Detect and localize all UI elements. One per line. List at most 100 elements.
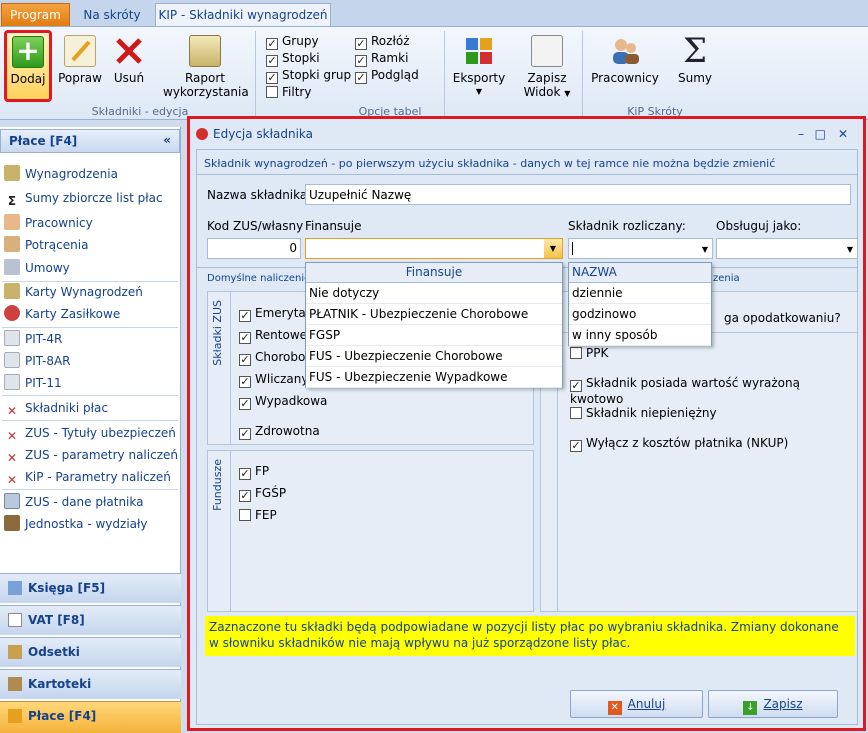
nav-item-zus-parametry[interactable]: ✕ ZUS - parametry naliczeń <box>4 445 178 465</box>
cancel-button[interactable]: ✕ Anuluj <box>570 690 703 718</box>
nav-item-jednostka[interactable]: Jednostka - wydziały <box>4 514 148 534</box>
checkbox-podglad[interactable]: ✓ <box>355 72 367 84</box>
zus-check-rentowe[interactable]: ✓ Rentowe <box>239 328 307 344</box>
add-button[interactable]: + Dodaj <box>4 30 52 102</box>
close-icon[interactable]: ✕ <box>838 127 848 141</box>
option-stopki[interactable]: ✓ Stopki <box>266 51 320 67</box>
maximize-icon[interactable]: □ <box>815 127 826 141</box>
export-button[interactable]: Eksporty ▼ <box>450 35 508 99</box>
checkbox[interactable] <box>570 347 582 359</box>
nav-item-label: PIT-8AR <box>25 354 71 368</box>
nav-item-zus-dane-platnika[interactable]: ZUS - dane płatnika <box>4 492 143 512</box>
sums-button[interactable]: Σ Sumy <box>670 34 720 85</box>
zus-check-chorobowe[interactable]: ✓ Chorobo <box>239 350 305 366</box>
name-input[interactable] <box>305 184 851 205</box>
tab-na-skroty[interactable]: Na skróty <box>72 3 152 27</box>
finances-option[interactable]: FUS - Ubezpieczenie Wypadkowe <box>306 367 562 388</box>
nav-button-ksiega[interactable]: Księga [F5] <box>0 573 181 603</box>
save-view-button[interactable]: Zapisz Widok ▼ <box>518 35 576 101</box>
chevron-down-icon[interactable]: ▼ <box>544 239 562 258</box>
finances-option[interactable]: FGSP <box>306 325 562 346</box>
minimize-icon[interactable]: – <box>798 127 804 141</box>
checkbox-label: FEP <box>255 508 277 522</box>
zus-check-wypadkowa[interactable]: ✓ Wypadkowa <box>239 394 327 410</box>
checkbox[interactable]: ✓ <box>570 440 582 452</box>
employees-button[interactable]: Pracownicy <box>590 35 660 85</box>
usage-report-button[interactable]: Raport wykorzystania <box>163 35 249 99</box>
checkbox[interactable]: ✓ <box>239 376 251 388</box>
checkbox-ramki[interactable]: ✓ <box>355 55 367 67</box>
checkbox-rozloz[interactable]: ✓ <box>355 38 367 50</box>
fund-check-fgsp[interactable]: ✓ FGŚP <box>239 486 286 502</box>
check-ppk[interactable]: PPK <box>570 346 608 360</box>
fund-check-fp[interactable]: ✓ FP <box>239 464 269 480</box>
option-podglad[interactable]: ✓ Podgląd <box>355 68 419 84</box>
collapse-icon[interactable]: « <box>163 133 171 147</box>
nav-item-pit-11[interactable]: PIT-11 <box>4 373 62 393</box>
check-amount-value[interactable]: ✓ Składnik posiada wartość wyrażoną kwoto… <box>570 376 857 406</box>
fund-check-fep[interactable]: FEP <box>239 508 277 522</box>
checkbox[interactable] <box>570 407 582 419</box>
checkbox[interactable]: ✓ <box>239 468 251 480</box>
option-rozloz[interactable]: ✓ Rozłóż <box>355 34 410 50</box>
finances-option[interactable]: PŁATNIK - Ubezpieczenie Chorobowe <box>306 304 562 325</box>
nav-item-pit-4r[interactable]: PIT-4R <box>4 329 62 349</box>
finances-select[interactable]: ▼ <box>305 238 563 259</box>
option-stopki-grup[interactable]: ✓ Stopki grup <box>266 68 351 84</box>
checkbox-grupy[interactable]: ✓ <box>266 38 278 50</box>
settlement-select[interactable]: ▼ <box>568 238 713 259</box>
nav-item-potracenia[interactable]: Potrącenia <box>4 235 88 255</box>
nav-item-sumy[interactable]: Σ Sumy zbiorcze list płac <box>4 188 163 208</box>
nav-item-karty-wynagrodzen[interactable]: Karty Wynagrodzeń <box>4 282 143 302</box>
zus-code-input[interactable]: 0 <box>207 238 301 259</box>
chevron-down-icon[interactable]: ▼ <box>847 240 853 259</box>
save-button[interactable]: ↓ Zapisz <box>708 690 838 718</box>
nav-item-umowy[interactable]: Umowy <box>4 258 70 278</box>
checkbox-stopki[interactable]: ✓ <box>266 55 278 67</box>
edit-button[interactable]: Popraw <box>58 35 102 85</box>
settlement-option[interactable]: w inny sposób <box>569 325 711 346</box>
option-ramki[interactable]: ✓ Ramki <box>355 51 408 67</box>
nav-item-skladniki-plac[interactable]: ✕ Składniki płac <box>4 398 108 418</box>
handle-as-select[interactable]: ▼ <box>716 238 858 259</box>
nav-item-karty-zasilkowe[interactable]: Karty Zasiłkowe <box>4 304 120 324</box>
nav-button-vat[interactable]: VAT [F8] <box>0 605 181 635</box>
checkbox-stopki-grup[interactable]: ✓ <box>266 72 278 84</box>
checkbox[interactable] <box>239 509 251 521</box>
checkbox[interactable]: ✓ <box>239 332 251 344</box>
nav-item-zus-tytuly[interactable]: ✕ ZUS - Tytuły ubezpieczeń <box>4 423 176 443</box>
checkbox[interactable]: ✓ <box>239 490 251 502</box>
option-filtry[interactable]: Filtry <box>266 85 311 99</box>
tab-kip-skladniki[interactable]: KIP - Składniki wynagrodzeń <box>155 3 331 27</box>
nav-item-kip-parametry[interactable]: ✕ KiP - Parametry naliczeń <box>4 467 171 487</box>
nav-separator <box>2 489 178 490</box>
check-nkup[interactable]: ✓ Wyłącz z kosztów płatnika (NKUP) <box>570 436 788 452</box>
nav-item-wynagrodzenia[interactable]: Wynagrodzenia <box>4 164 118 184</box>
ribbon-separator <box>582 31 583 117</box>
option-stopki-grup-label: Stopki grup <box>282 68 352 82</box>
tab-program[interactable]: Program <box>1 3 70 27</box>
zus-check-zdrowotna[interactable]: ✓ Zdrowotna <box>239 424 320 440</box>
chevron-down-icon[interactable]: ▼ <box>702 240 708 259</box>
finances-option[interactable]: Nie dotyczy <box>306 283 562 304</box>
option-grupy[interactable]: ✓ Grupy <box>266 34 319 50</box>
settlement-option[interactable]: godzinowo <box>569 304 711 325</box>
checkbox[interactable]: ✓ <box>239 354 251 366</box>
checkbox[interactable]: ✓ <box>239 428 251 440</box>
zus-check-emerytalne[interactable]: ✓ Emerytal <box>239 306 309 322</box>
nav-button-kartoteki[interactable]: Kartoteki <box>0 669 181 699</box>
settlement-option[interactable]: dziennie <box>569 283 711 304</box>
nav-item-pit-8ar[interactable]: PIT-8AR <box>4 351 71 371</box>
checkbox[interactable]: ✓ <box>239 310 251 322</box>
nav-item-pracownicy[interactable]: Pracownicy <box>4 213 93 233</box>
checkbox[interactable]: ✓ <box>239 398 251 410</box>
book-icon <box>8 581 22 595</box>
divider <box>197 174 857 175</box>
checkbox[interactable]: ✓ <box>570 380 582 392</box>
nav-button-place[interactable]: Płace [F4] <box>0 701 181 733</box>
nav-button-odsetki[interactable]: Odsetki <box>0 637 181 667</box>
delete-button[interactable]: Usuń <box>108 35 150 85</box>
checkbox-filtry[interactable] <box>266 86 278 98</box>
finances-option[interactable]: FUS - Ubezpieczenie Chorobowe <box>306 346 562 367</box>
check-non-cash[interactable]: Składnik niepieniężny <box>570 406 717 420</box>
